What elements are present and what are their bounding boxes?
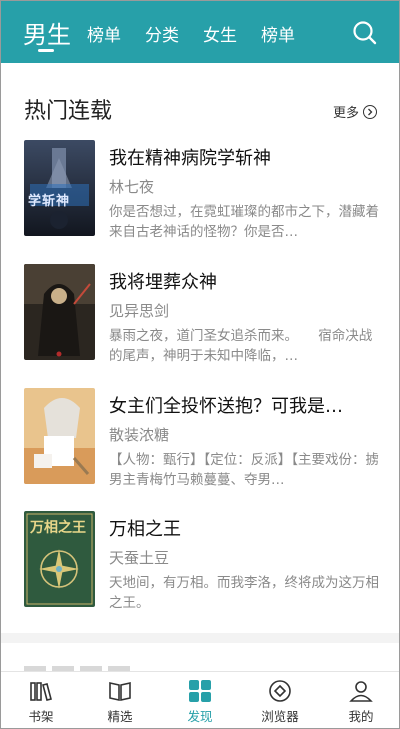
book-item[interactable]: 女主们全投怀送抱？可我是… 散装浓糖 【人物：甄行】【定位：反派】【主要戏份：掳… <box>24 388 380 488</box>
nav-label: 浏览器 <box>261 709 299 724</box>
tab-categories[interactable]: 分类 <box>145 21 179 46</box>
compass-icon <box>267 678 293 704</box>
nav-label: 发现 <box>187 709 213 724</box>
more-label: 更多 <box>333 106 360 121</box>
nav-label: 精选 <box>107 709 133 724</box>
user-icon <box>348 678 374 704</box>
app-screen: 男生 榜单 分类 女生 榜单 热门连载 更多 学斩神 我在精神病院学斩神 林七夜… <box>0 0 400 729</box>
top-bar: 男生 榜单 分类 女生 榜单 <box>1 1 399 63</box>
book-description: 你是否想过，在霓虹璀璨的都市之下，潜藏着来自古老神话的怪物？你是否… <box>109 204 379 240</box>
book-author: 散装浓糖 <box>109 426 170 444</box>
section-divider <box>1 633 399 643</box>
section-title: 热门连载 <box>24 99 113 124</box>
book-description: 【人物：甄行】【定位：反派】【主要戏份：掳男主青梅竹马赖蔓蔓、夺男… <box>109 452 379 488</box>
book-cover <box>24 264 95 360</box>
next-section-peek <box>24 659 144 671</box>
book-cover: 学斩神 <box>24 140 95 236</box>
book-item[interactable]: 万相之王 万相之王 天蚕土豆 天地间，有万相。而我李洛，终将成为这万相之王。 <box>24 511 380 611</box>
chevron-right-circle-icon <box>363 104 378 119</box>
more-link[interactable]: 更多 <box>333 102 378 121</box>
book-title[interactable]: 万相之王 <box>109 515 380 541</box>
tab-female[interactable]: 女生 <box>203 21 237 46</box>
tab-rankings-2[interactable]: 榜单 <box>261 21 295 46</box>
book-author: 见异思剑 <box>109 302 170 320</box>
book-author: 林七夜 <box>109 178 155 196</box>
book-cover <box>24 388 95 484</box>
grid-icon <box>187 678 213 704</box>
book-title[interactable]: 女主们全投怀送抱？可我是… <box>109 392 380 418</box>
nav-label: 我的 <box>348 709 374 724</box>
nav-browser[interactable]: 浏览器 <box>250 678 310 725</box>
book-item[interactable]: 我将埋葬众神 见异思剑 暴雨之夜，道门圣女追杀而来。 宿命决战的尾声，神明于未知… <box>24 264 380 364</box>
book-description: 天地间，有万相。而我李洛，终将成为这万相之王。 <box>109 575 379 611</box>
book-item[interactable]: 学斩神 我在精神病院学斩神 林七夜 你是否想过，在霓虹璀璨的都市之下，潜藏着来自… <box>24 140 380 240</box>
cover-title-text: 万相之王 <box>30 520 86 536</box>
book-description: 暴雨之夜，道门圣女追杀而来。 宿命决战的尾声，神明于未知中降临，… <box>109 328 373 364</box>
book-cover: 万相之王 <box>24 511 95 607</box>
tab-rankings[interactable]: 榜单 <box>87 21 121 46</box>
book-title[interactable]: 我在精神病院学斩神 <box>109 144 380 170</box>
book-author: 天蚕土豆 <box>109 549 170 567</box>
nav-profile[interactable]: 我的 <box>331 678 391 725</box>
tab-male-active[interactable]: 男生 <box>23 15 71 50</box>
bookshelf-icon <box>28 678 54 704</box>
nav-featured[interactable]: 精选 <box>90 678 150 725</box>
active-tab-indicator <box>38 49 54 52</box>
nav-label: 书架 <box>28 709 54 724</box>
nav-bookshelf[interactable]: 书架 <box>11 678 71 725</box>
open-book-icon <box>107 678 133 704</box>
bottom-navigation: 书架 精选 发现 浏览器 我的 <box>1 671 399 728</box>
book-title[interactable]: 我将埋葬众神 <box>109 268 380 294</box>
search-icon[interactable] <box>351 19 379 47</box>
nav-discover[interactable]: 发现 <box>170 678 230 725</box>
cover-title-text: 学斩神 <box>28 194 71 209</box>
